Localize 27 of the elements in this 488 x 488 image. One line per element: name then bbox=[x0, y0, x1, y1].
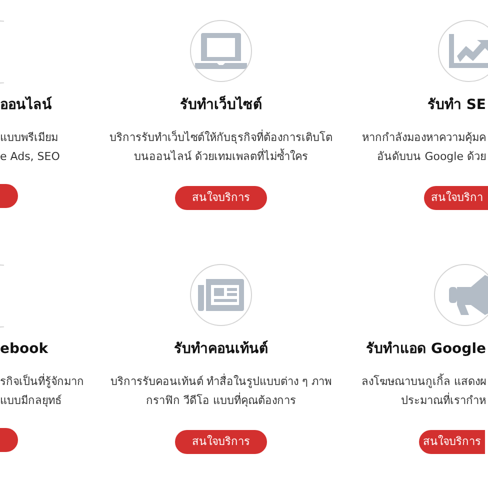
service-title: ebook bbox=[0, 340, 48, 359]
service-button[interactable]: สนใจบริการ bbox=[419, 430, 485, 454]
service-title: รับทำแอด Google bbox=[366, 340, 486, 359]
service-description: หากกำลังมองหาความคุ้มค bbox=[362, 130, 486, 146]
service-button[interactable] bbox=[0, 428, 18, 452]
service-button[interactable] bbox=[0, 184, 18, 208]
service-description: รกิจเป็นที่รู้จักมาก bbox=[0, 372, 84, 390]
service-description: อันดับบน Google ด้วย bbox=[377, 149, 486, 165]
line-chart-icon bbox=[449, 34, 488, 68]
service-title: ออนไลน์ bbox=[0, 95, 52, 115]
service-button[interactable]: สนใจบริการ bbox=[175, 186, 267, 210]
service-description: บนออนไลน์ ด้วยเทมเพลตที่ไม่ซ้ำใคร bbox=[134, 148, 308, 165]
newspaper-icon bbox=[198, 279, 244, 311]
service-description: แบบพรีเมียม bbox=[0, 130, 58, 146]
service-button[interactable]: สนใจบริกา bbox=[424, 186, 488, 210]
service-description: แบบมีกลยุทธ์ bbox=[0, 393, 62, 409]
service-button[interactable]: สนใจบริการ bbox=[175, 430, 267, 454]
service-title: รับทำคอนเท้นต์ bbox=[174, 340, 268, 359]
service-description: ลงโฆษณาบนกูเกิ้ล แสดงผ bbox=[362, 372, 486, 390]
service-title: รับทำ SE bbox=[427, 96, 486, 115]
service-description: กราฟิก วีดีโอ แบบที่คุณต้องการ bbox=[146, 392, 296, 409]
service-description: ประมาณที่เรากำห bbox=[401, 392, 486, 409]
service-description: บริการรับคอนเท้นต์ ทำสื่อในรูปแบบต่าง ๆ ภาพ bbox=[110, 372, 332, 390]
laptop-icon bbox=[195, 31, 247, 71]
service-description: e Ads, SEO bbox=[0, 149, 60, 165]
service-description: บริการรับทำเว็บไซต์ให้กับธุรกิจที่ต้องการเติบโต bbox=[110, 128, 332, 146]
service-title: รับทำเว็บไซต์ bbox=[180, 94, 262, 115]
